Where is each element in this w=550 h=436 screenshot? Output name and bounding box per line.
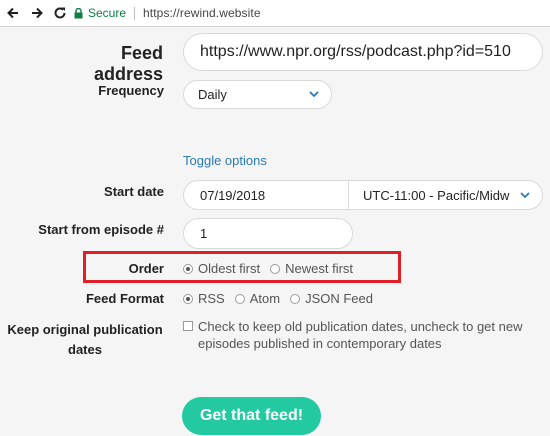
format-json-feed-radio[interactable]: JSON Feed [290,291,373,306]
start-episode-label: Start from episode # [38,222,164,237]
keep-dates-option[interactable]: Check to keep old publication dates, unc… [183,318,543,352]
format-atom-label: Atom [249,291,281,306]
chevron-down-icon [520,192,530,199]
browser-toolbar: Secure https://rewind.website [0,0,550,27]
feed-address-value: https://www.npr.org/rss/podcast.php?id=5… [200,43,511,60]
keep-dates-checkbox[interactable] [183,321,193,331]
format-rss-radio[interactable]: RSS [183,291,225,306]
forward-arrow-icon [32,7,43,19]
keep-dates-text-line1: Check to keep old publication dates, unc… [198,319,523,334]
reload-button[interactable] [51,4,69,22]
start-date-label: Start date [104,184,164,199]
feed-address-label: Feed address [93,43,163,84]
feed-format-label: Feed Format [85,291,164,306]
chevron-down-icon [309,91,319,98]
radio-unselected-icon [234,293,245,304]
radio-selected-icon [183,293,193,304]
keep-dates-text: Check to keep old publication dates, unc… [198,318,523,352]
back-button[interactable] [4,4,22,22]
radio-unselected-icon [290,293,301,304]
address-bar[interactable]: Secure https://rewind.website [74,3,550,23]
frequency-selected: Daily [198,87,227,102]
url-text: https://rewind.website [143,6,261,20]
secure-label: Secure [88,6,127,20]
frequency-select[interactable]: Daily [183,80,332,109]
order-highlight-box [83,251,401,283]
reload-icon [54,7,66,19]
format-atom-radio[interactable]: Atom [234,291,281,306]
format-json-feed-label: JSON Feed [305,291,373,306]
keep-dates-text-line2: episodes published in contemporary dates [198,336,442,351]
forward-button[interactable] [28,4,46,22]
lock-icon [74,7,83,19]
start-date-input[interactable]: 07/19/2018 [183,180,349,210]
feed-address-input[interactable]: https://www.npr.org/rss/podcast.php?id=5… [183,33,543,71]
keep-dates-label-line1: Keep original publication [7,322,163,337]
start-episode-input[interactable]: 1 [183,218,353,249]
keep-dates-label-line2: dates [68,342,102,357]
back-arrow-icon [7,7,18,19]
feed-format-options: RSS Atom JSON Feed [183,291,383,306]
toggle-options-link[interactable]: Toggle options [183,153,267,168]
address-separator [134,6,136,20]
start-date-value: 07/19/2018 [200,187,266,203]
timezone-selected: UTC-11:00 - Pacific/Midw [363,187,510,203]
get-feed-button[interactable]: Get that feed! [182,397,321,435]
start-episode-value: 1 [200,226,208,241]
format-rss-label: RSS [198,291,225,306]
frequency-label: Frequency [98,83,164,98]
timezone-select[interactable]: UTC-11:00 - Pacific/Midw [348,180,543,210]
keep-dates-label: Keep original publication dates [6,320,164,360]
